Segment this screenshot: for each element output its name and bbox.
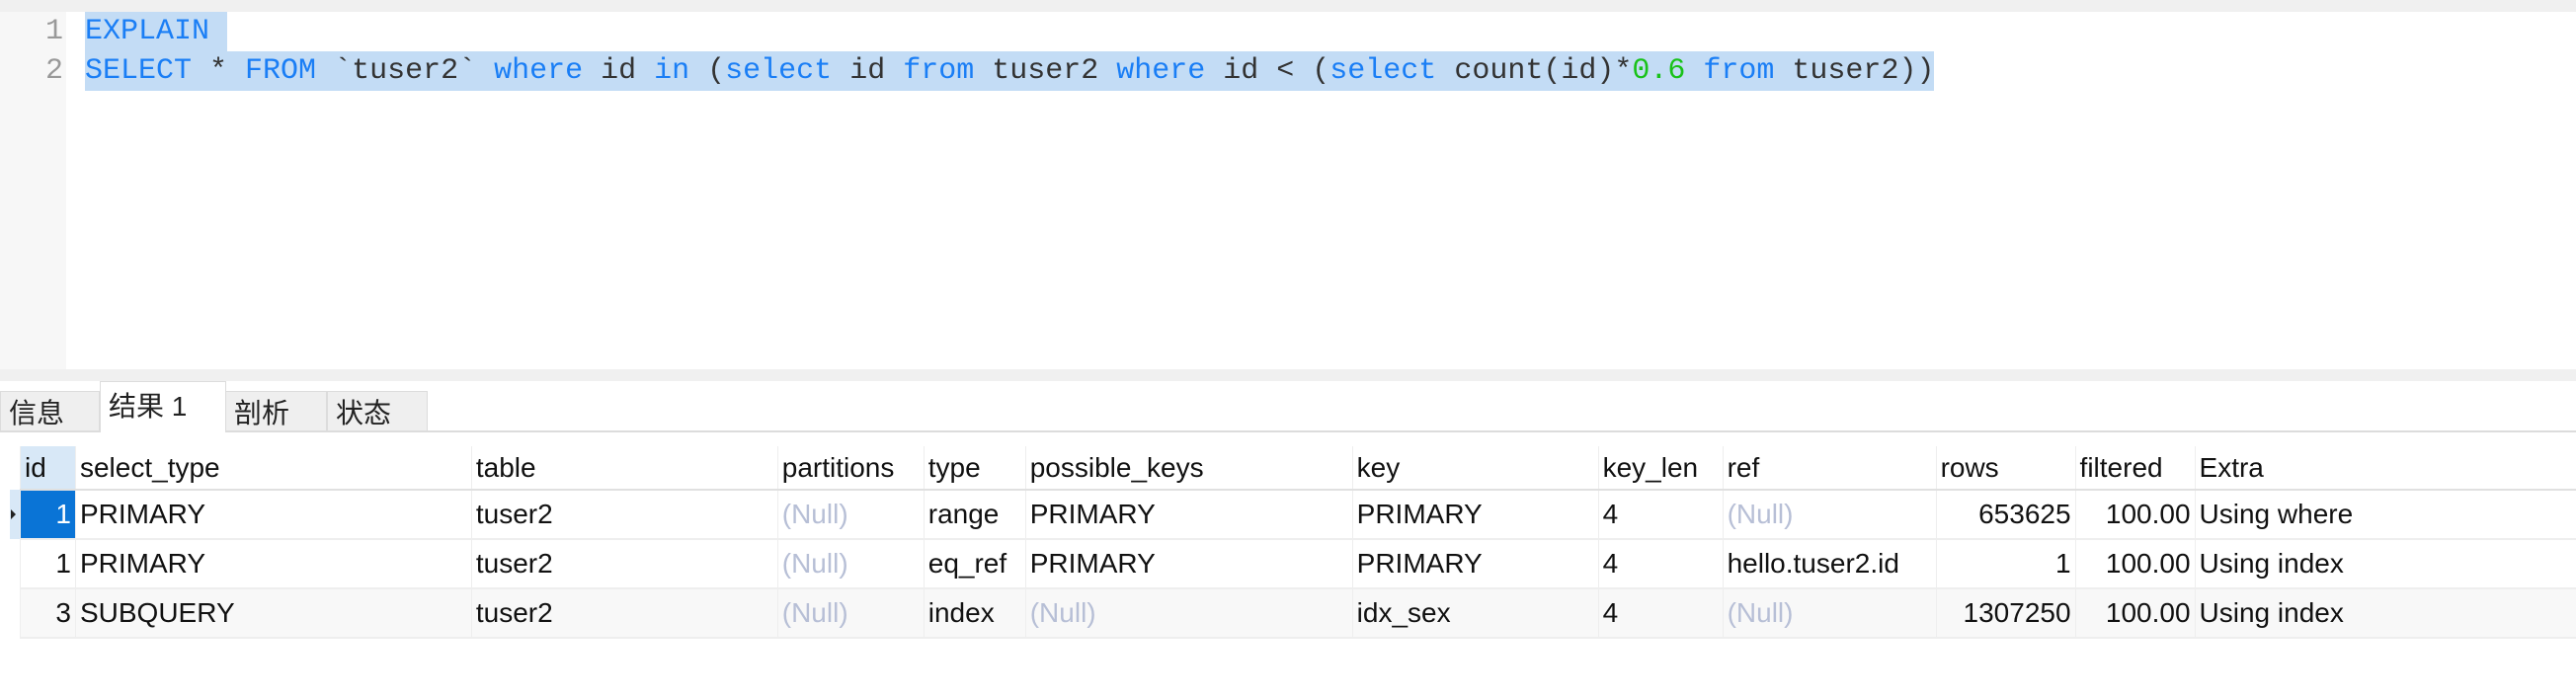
cell-extra[interactable]: Using index: [2194, 588, 2576, 639]
sql-identifier: (: [689, 54, 726, 88]
sql-identifier: id: [832, 54, 904, 88]
column-header-id[interactable]: id: [20, 446, 76, 491]
cell-key[interactable]: PRIMARY: [1351, 490, 1599, 540]
current-row-arrow-icon: [11, 509, 16, 519]
line-number: 1: [44, 15, 63, 48]
column-header-rows[interactable]: rows: [1935, 446, 2076, 491]
sql-identifier: `tuser2`: [316, 54, 495, 88]
table-row[interactable]: 1 PRIMARY tuser2 (Null) range PRIMARY PRIMARY 4…: [20, 490, 2576, 540]
sql-identifier: tuser2)): [1774, 54, 1935, 88]
header-row: id select_type table partitions type possible…: [20, 446, 2576, 491]
column-header-table[interactable]: table: [470, 446, 778, 491]
cell-extra[interactable]: Using index: [2194, 539, 2576, 589]
code-text: EXPLAIN: [85, 12, 228, 51]
cell-key-len[interactable]: 4: [1597, 588, 1724, 639]
row-marker[interactable]: [10, 588, 20, 638]
column-header-key-len[interactable]: key_len: [1597, 446, 1724, 491]
code-text: SELECT * FROM `tuser2` where id in (sele…: [85, 51, 1935, 91]
sql-keyword: EXPLAIN: [85, 15, 210, 48]
sql-keyword: from: [903, 54, 975, 88]
results-grid[interactable]: id select_type table partitions type possible…: [20, 446, 2576, 639]
line-number: 2: [44, 54, 63, 88]
sql-keyword: in: [654, 54, 690, 88]
cell-select-type[interactable]: PRIMARY: [74, 539, 472, 589]
sql-editor[interactable]: 1 EXPLAIN 2 SELECT * FROM `tuser2` where i…: [0, 12, 2576, 369]
sql-identifier: [1685, 54, 1703, 88]
sql-identifier: tuser2: [974, 54, 1117, 88]
cell-key-len[interactable]: 4: [1597, 539, 1724, 589]
cell-possible-keys[interactable]: (Null): [1024, 588, 1353, 639]
cell-key[interactable]: idx_sex: [1351, 588, 1599, 639]
cell-select-type[interactable]: SUBQUERY: [74, 588, 472, 639]
column-header-type[interactable]: type: [923, 446, 1026, 491]
tab-2[interactable]: 剖析: [225, 391, 327, 430]
sql-identifier: id: [583, 54, 655, 88]
column-header-extra[interactable]: Extra: [2194, 446, 2576, 491]
cell-partitions[interactable]: (Null): [776, 588, 925, 639]
column-header-select-type[interactable]: select_type: [74, 446, 472, 491]
column-header-partitions[interactable]: partitions: [776, 446, 925, 491]
sql-keyword: from: [1703, 54, 1775, 88]
cell-id[interactable]: 1: [20, 490, 76, 540]
row-marker[interactable]: [10, 539, 20, 588]
cell-partitions[interactable]: (Null): [776, 490, 925, 540]
cell-ref[interactable]: hello.tuser2.id: [1722, 539, 1937, 589]
table-row[interactable]: 3 SUBQUERY tuser2 (Null) index (Null) idx_sex 4…: [20, 588, 2576, 639]
row-marker[interactable]: [10, 490, 20, 539]
cell-partitions[interactable]: (Null): [776, 539, 925, 589]
sql-keyword: FROM: [245, 54, 317, 88]
tab-3[interactable]: 状态: [327, 391, 428, 430]
cell-id[interactable]: 3: [20, 588, 76, 639]
column-header-possible-keys[interactable]: possible_keys: [1024, 446, 1353, 491]
cell-possible-keys[interactable]: PRIMARY: [1024, 539, 1353, 589]
cell-rows[interactable]: 1: [1935, 539, 2076, 589]
tab-0[interactable]: 信息: [0, 391, 100, 430]
sql-identifier: [209, 15, 227, 48]
cell-type[interactable]: index: [923, 588, 1026, 639]
cell-ref[interactable]: (Null): [1722, 490, 1937, 540]
cell-ref[interactable]: (Null): [1722, 588, 1937, 639]
cell-id[interactable]: 1: [20, 539, 76, 589]
sql-keyword: select: [1329, 54, 1437, 88]
column-header-key[interactable]: key: [1351, 446, 1599, 491]
cell-key[interactable]: PRIMARY: [1351, 539, 1599, 589]
top-band: [0, 0, 2576, 12]
sql-keyword: where: [494, 54, 584, 88]
sql-keyword: SELECT: [85, 54, 193, 88]
sql-number: 0.6: [1632, 54, 1686, 88]
cell-key-len[interactable]: 4: [1597, 490, 1724, 540]
sql-identifier: id < (: [1205, 54, 1330, 88]
sql-keyword: where: [1116, 54, 1206, 88]
cell-possible-keys[interactable]: PRIMARY: [1024, 490, 1353, 540]
cell-filtered[interactable]: 100.00: [2074, 490, 2196, 540]
cell-extra[interactable]: Using where: [2194, 490, 2576, 540]
cell-select-type[interactable]: PRIMARY: [74, 490, 472, 540]
cell-type[interactable]: eq_ref: [923, 539, 1026, 589]
sql-keyword: select: [725, 54, 833, 88]
column-header-ref[interactable]: ref: [1722, 446, 1937, 491]
cell-rows[interactable]: 1307250: [1935, 588, 2076, 639]
cell-filtered[interactable]: 100.00: [2074, 588, 2196, 639]
table-row[interactable]: 1 PRIMARY tuser2 (Null) eq_ref PRIMARY PRIMARY…: [20, 539, 2576, 589]
sql-identifier: count(id)*: [1436, 54, 1633, 88]
cell-table[interactable]: tuser2: [470, 539, 778, 589]
tab-1[interactable]: 结果 1: [100, 381, 226, 432]
column-header-filtered[interactable]: filtered: [2074, 446, 2196, 491]
cell-table[interactable]: tuser2: [470, 588, 778, 639]
cell-table[interactable]: tuser2: [470, 490, 778, 540]
cell-rows[interactable]: 653625: [1935, 490, 2076, 540]
cell-filtered[interactable]: 100.00: [2074, 539, 2196, 589]
splitter[interactable]: [0, 369, 2576, 381]
result-tabs: 信息 结果 1 剖析 状态: [0, 381, 2576, 432]
sql-identifier: *: [192, 54, 246, 88]
cell-type[interactable]: range: [923, 490, 1026, 540]
